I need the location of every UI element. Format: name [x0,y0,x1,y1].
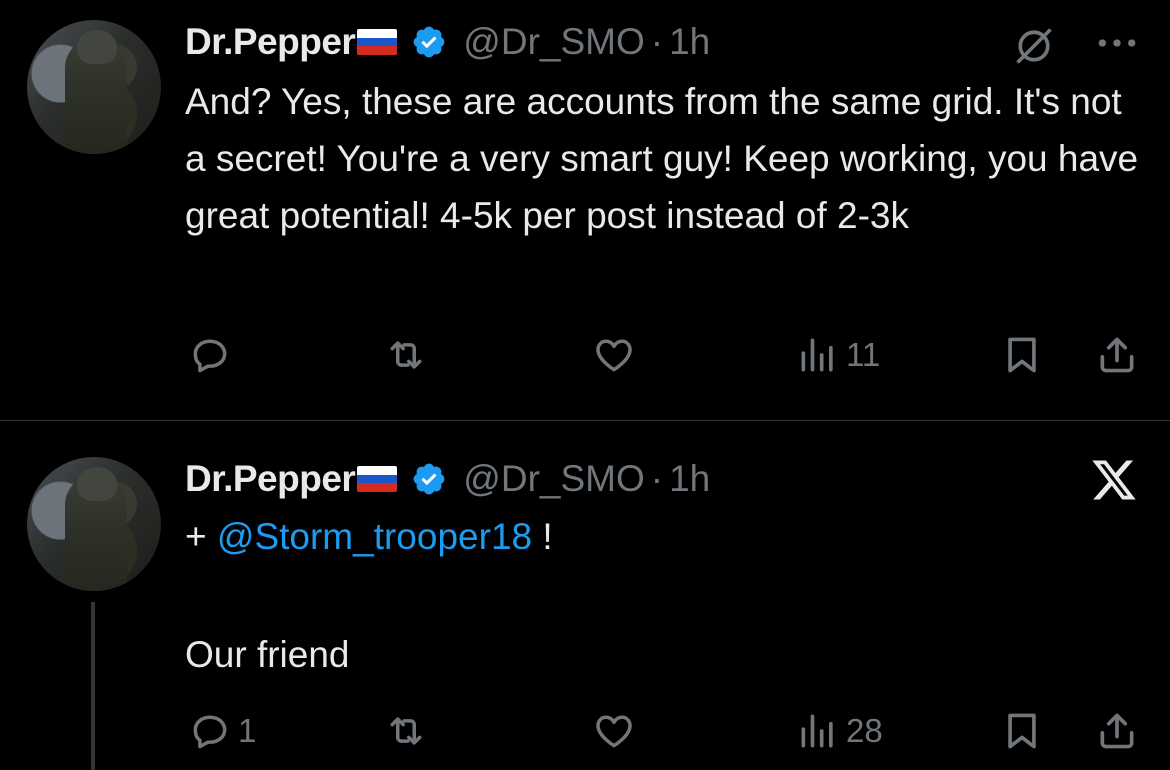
tweet-header: Dr.Pepper @Dr_SMO · 1h [185,18,710,66]
timestamp[interactable]: 1h [669,458,710,500]
tweet-text: + @Storm_trooper18 ! [185,508,553,565]
bookmark-icon [1008,337,1036,373]
views-count: 11 [846,336,881,373]
grok-icon[interactable] [1012,24,1056,68]
share-icon [1100,337,1134,373]
heart-icon [596,339,632,372]
verified-badge-icon [413,26,445,58]
author-name[interactable]: Dr.Pepper [185,458,356,500]
tweet-divider [0,420,1170,421]
bookmark-button[interactable] [1000,706,1044,756]
bookmark-button[interactable] [1000,330,1044,380]
avatar[interactable] [27,20,161,154]
text-prefix: + [185,516,217,557]
author-handle[interactable]: @Dr_SMO [463,21,644,63]
views-chart-icon [801,714,833,748]
tweet-header: Dr.Pepper @Dr_SMO · 1h [185,455,710,503]
repost-icon [390,717,422,745]
action-bar: 11 [0,330,1170,380]
views-chart-icon [801,338,833,372]
text-suffix: ! [532,516,553,557]
more-icon[interactable] [1095,28,1139,58]
repost-button[interactable] [384,330,434,380]
action-bar: 1 28 [0,706,1170,756]
author-name[interactable]: Dr.Pepper [185,21,356,63]
separator-dot: · [650,21,664,62]
heart-icon [596,715,632,748]
reply-count: 1 [238,712,257,749]
bookmark-icon [1008,713,1036,749]
mention-link[interactable]: @Storm_trooper18 [217,516,532,557]
reply-icon [193,339,227,373]
repost-icon [390,341,422,369]
views-button[interactable]: 28 [796,706,883,756]
views-button[interactable]: 11 [796,330,880,380]
repost-button[interactable] [384,706,434,756]
author-handle[interactable]: @Dr_SMO [463,458,644,500]
share-button[interactable] [1095,330,1139,380]
share-button[interactable] [1095,706,1139,756]
avatar[interactable] [27,457,161,591]
russia-flag-icon [357,466,398,492]
timestamp[interactable]: 1h [669,21,710,63]
like-button[interactable] [592,330,642,380]
views-count: 28 [846,712,883,749]
share-icon [1100,713,1134,749]
russia-flag-icon [357,29,398,55]
reply-icon [193,715,227,749]
reply-button[interactable] [188,330,238,380]
tweet-text-line: Our friend [185,634,350,675]
like-button[interactable] [592,706,642,756]
reply-button[interactable]: 1 [188,706,256,756]
separator-dot: · [650,458,664,499]
tweet-text: And? Yes, these are accounts from the sa… [185,81,1139,236]
verified-badge-icon [413,463,445,495]
x-logo-icon[interactable] [1088,454,1140,506]
tweet[interactable]: Dr.Pepper @Dr_SMO · 1h And? Yes, these a… [0,0,1170,420]
